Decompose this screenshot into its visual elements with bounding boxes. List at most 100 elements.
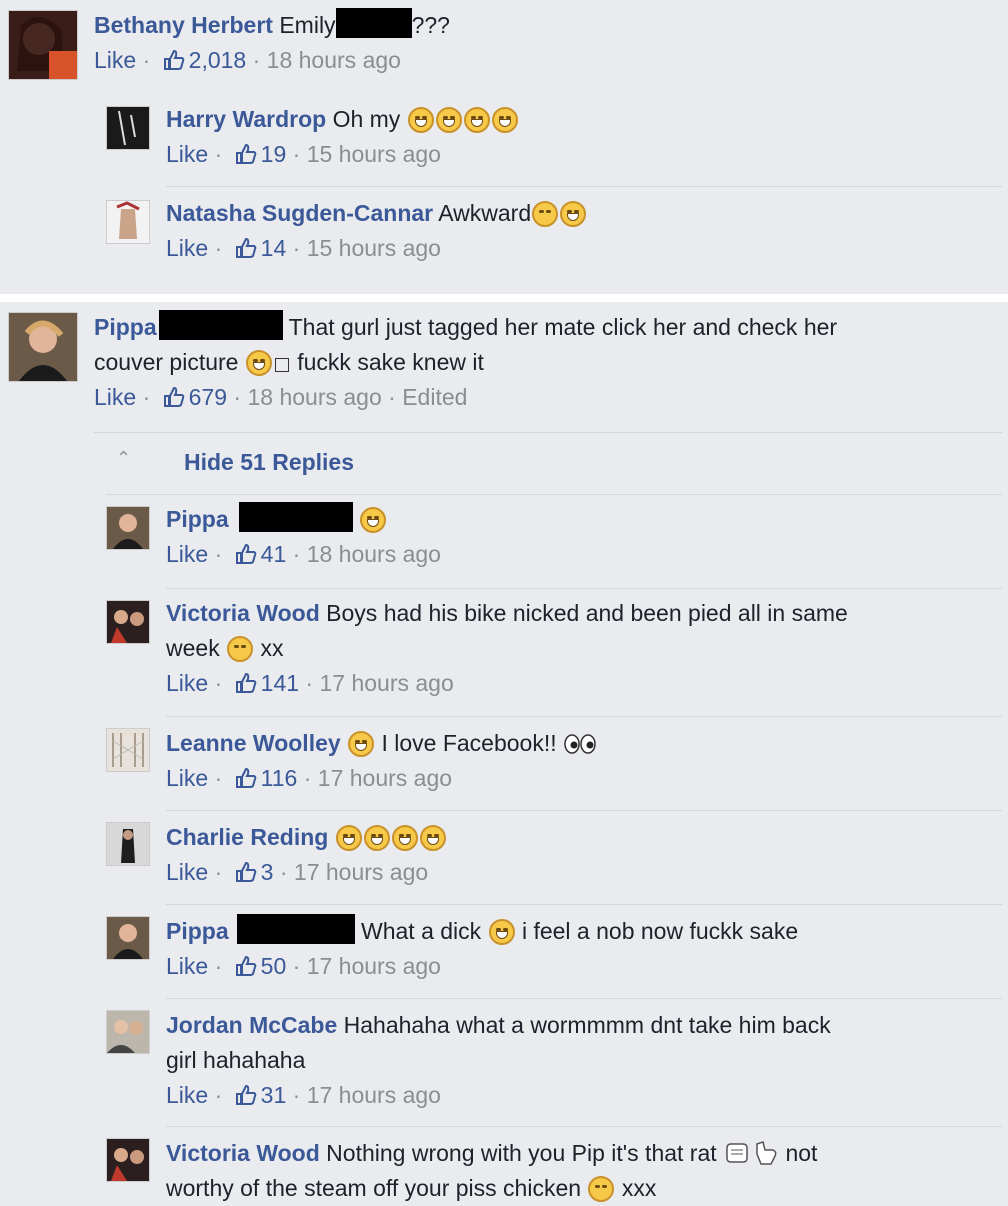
comment-text: Nothing wrong with you Pip it's that rat bbox=[326, 1140, 717, 1166]
thumbs-up-icon bbox=[163, 386, 184, 407]
like-count[interactable]: 50 bbox=[261, 953, 287, 979]
divider bbox=[106, 494, 1002, 495]
thumbs-up-icon bbox=[235, 1084, 256, 1105]
comment-meta: Like · 19 · 15 hours ago bbox=[166, 141, 441, 167]
edited-label[interactable]: Edited bbox=[402, 384, 467, 410]
redaction-bar bbox=[238, 502, 353, 532]
avatar[interactable] bbox=[8, 10, 78, 80]
commenter-name[interactable]: Leanne Woolley bbox=[166, 730, 341, 756]
commenter-name[interactable]: Charlie Reding bbox=[166, 824, 328, 850]
laughing-emoji-icon bbox=[463, 107, 490, 133]
like-link[interactable]: Like bbox=[166, 541, 208, 567]
comment-meta: Like · 31 · 17 hours ago bbox=[166, 1082, 441, 1108]
timestamp[interactable]: 17 hours ago bbox=[318, 765, 452, 791]
laughing-emoji-icon bbox=[363, 825, 390, 851]
comment-meta: Like · 41 · 18 hours ago bbox=[166, 541, 441, 567]
grimacing-emoji-icon bbox=[360, 507, 387, 533]
like-link[interactable]: Like bbox=[166, 859, 208, 885]
comment-meta: Like · 3 · 17 hours ago bbox=[166, 859, 429, 885]
avatar[interactable] bbox=[106, 1138, 150, 1182]
comment-text: not bbox=[785, 1140, 818, 1166]
timestamp[interactable]: 18 hours ago bbox=[307, 541, 441, 567]
like-count[interactable]: 41 bbox=[261, 541, 287, 567]
laughing-emoji-icon bbox=[407, 107, 434, 133]
timestamp[interactable]: 17 hours ago bbox=[319, 670, 453, 696]
like-count[interactable]: 3 bbox=[261, 859, 274, 885]
like-link[interactable]: Like bbox=[166, 765, 208, 791]
like-count[interactable]: 141 bbox=[261, 670, 299, 696]
like-link[interactable]: Like bbox=[94, 47, 136, 73]
laughing-emoji-icon bbox=[491, 107, 518, 133]
timestamp[interactable]: 18 hours ago bbox=[267, 47, 401, 73]
commenter-name[interactable]: Bethany Herbert bbox=[94, 12, 273, 38]
redaction-bar bbox=[236, 914, 355, 944]
commenter-name[interactable]: Victoria Wood bbox=[166, 1140, 320, 1166]
commenter-name[interactable]: Natasha Sugden-Cannar bbox=[166, 200, 433, 226]
redaction-bar bbox=[335, 8, 412, 38]
thumbs-up-icon bbox=[235, 143, 256, 164]
timestamp[interactable]: 17 hours ago bbox=[307, 1082, 441, 1108]
divider bbox=[166, 588, 1002, 589]
like-count[interactable]: 31 bbox=[261, 1082, 287, 1108]
avatar[interactable] bbox=[106, 916, 150, 960]
laughing-emoji-icon bbox=[560, 201, 587, 227]
comment-text: Boys had his bike nicked and been pied a… bbox=[326, 600, 848, 626]
timestamp[interactable]: 15 hours ago bbox=[307, 141, 441, 167]
comment-text: fuckk sake knew it bbox=[297, 349, 484, 375]
comment-text: That gurl just tagged her mate click her… bbox=[288, 314, 838, 340]
comment-text: xx bbox=[260, 635, 284, 661]
eyes-icon bbox=[564, 734, 596, 754]
comment-meta: Like · 679 · 18 hours ago · Edited bbox=[94, 384, 468, 410]
like-link[interactable]: Like bbox=[166, 953, 208, 979]
comment-text: I love Facebook!! bbox=[381, 730, 557, 756]
timestamp[interactable]: 15 hours ago bbox=[307, 235, 441, 261]
commenter-name[interactable]: Jordan McCabe bbox=[166, 1012, 337, 1038]
like-link[interactable]: Like bbox=[94, 384, 136, 410]
fist-icon bbox=[726, 1143, 748, 1163]
like-count[interactable]: 14 bbox=[261, 235, 287, 261]
like-link[interactable]: Like bbox=[166, 141, 208, 167]
chevron-up-icon[interactable]: ⌃ bbox=[116, 448, 131, 469]
grimacing-emoji-icon bbox=[245, 350, 272, 376]
comment-text: Hahahaha what a wormmmm dnt take him bac… bbox=[343, 1012, 831, 1038]
commenter-name[interactable]: Victoria Wood bbox=[166, 600, 320, 626]
timestamp[interactable]: 18 hours ago bbox=[247, 384, 381, 410]
commenter-name[interactable]: Pippa bbox=[166, 506, 229, 532]
avatar[interactable] bbox=[106, 106, 150, 150]
avatar[interactable] bbox=[8, 312, 78, 382]
like-link[interactable]: Like bbox=[166, 1082, 208, 1108]
avatar[interactable] bbox=[106, 1010, 150, 1054]
avatar[interactable] bbox=[106, 506, 150, 550]
like-count[interactable]: 2,018 bbox=[189, 47, 247, 73]
reply-body: Charlie Reding Like · 3 · 17 hours ago bbox=[166, 820, 447, 890]
timestamp[interactable]: 17 hours ago bbox=[307, 953, 441, 979]
laughing-emoji-icon bbox=[391, 825, 418, 851]
like-link[interactable]: Like bbox=[166, 235, 208, 261]
commenter-name[interactable]: Pippa bbox=[94, 314, 157, 340]
divider bbox=[94, 432, 1002, 433]
comment-body: Pippa That gurl just tagged her mate cli… bbox=[94, 310, 837, 415]
thumbs-up-icon bbox=[235, 955, 256, 976]
avatar[interactable] bbox=[106, 728, 150, 772]
divider bbox=[166, 998, 1002, 999]
like-count[interactable]: 116 bbox=[261, 765, 298, 791]
comment-meta: Like · 116 · 17 hours ago bbox=[166, 765, 453, 791]
thumbs-up-icon bbox=[235, 543, 256, 564]
like-count[interactable]: 679 bbox=[189, 384, 227, 410]
commenter-name[interactable]: Pippa bbox=[166, 918, 229, 944]
missing-glyph-icon bbox=[274, 358, 289, 372]
laughing-emoji-icon bbox=[348, 731, 375, 757]
flushed-emoji-icon bbox=[532, 201, 559, 227]
commenter-name[interactable]: Harry Wardrop bbox=[166, 106, 326, 132]
avatar[interactable] bbox=[106, 600, 150, 644]
thumbs-up-icon bbox=[163, 49, 184, 70]
reply-body: Harry Wardrop Oh my Like · 19 · 15 hours… bbox=[166, 102, 519, 172]
avatar[interactable] bbox=[106, 200, 150, 244]
like-count[interactable]: 19 bbox=[261, 141, 287, 167]
timestamp[interactable]: 17 hours ago bbox=[294, 859, 428, 885]
hide-replies-link[interactable]: Hide 51 Replies bbox=[184, 445, 354, 480]
avatar[interactable] bbox=[106, 822, 150, 866]
redaction-bar bbox=[158, 310, 283, 340]
like-link[interactable]: Like bbox=[166, 670, 208, 696]
thumbs-up-icon bbox=[235, 861, 256, 882]
